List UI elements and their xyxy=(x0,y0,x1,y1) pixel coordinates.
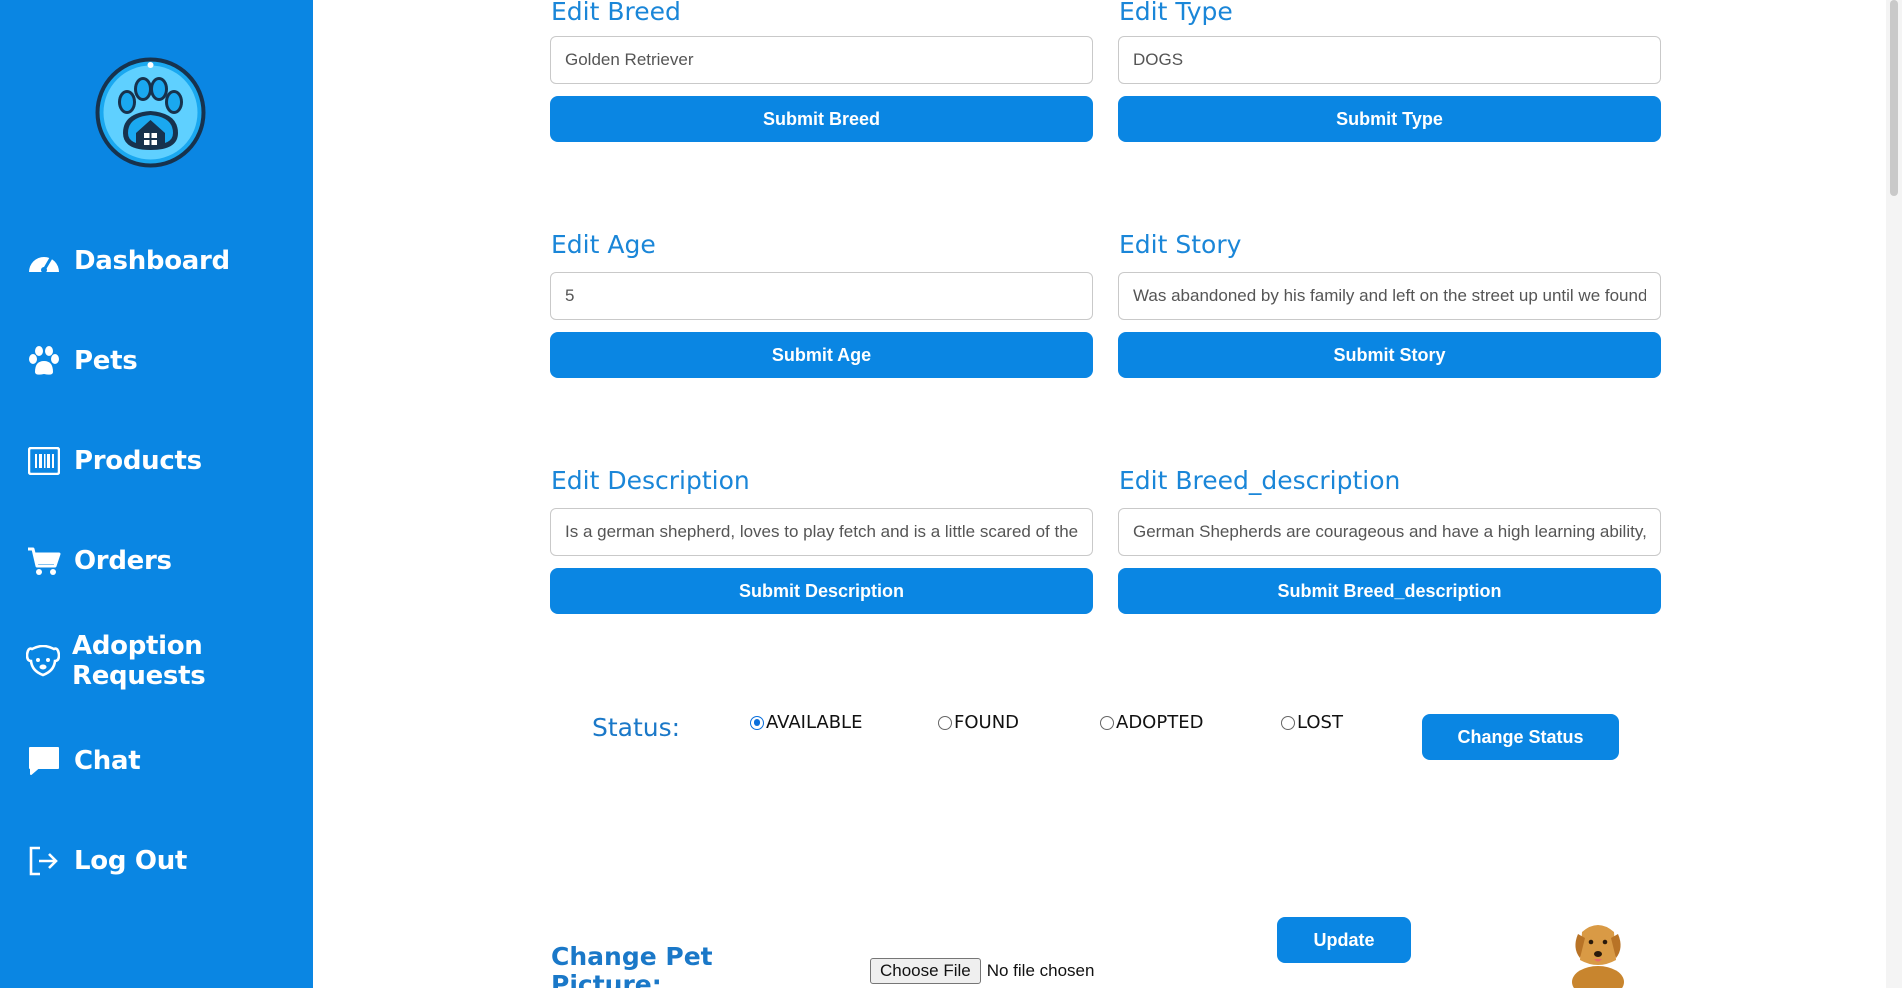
sidebar-item-adoption-requests[interactable]: Adoption Requests xyxy=(26,631,313,691)
status-radio-lost[interactable]: LOST xyxy=(1281,712,1343,733)
submit-age-button[interactable]: Submit Age xyxy=(550,332,1093,378)
submit-type-button[interactable]: Submit Type xyxy=(1118,96,1661,142)
status-label: Status: xyxy=(592,713,681,742)
story-input[interactable]: Was abandoned by his family and left on … xyxy=(1118,272,1661,320)
description-input-value: Is a german shepherd, loves to play fetc… xyxy=(565,522,1078,541)
submit-breed-button[interactable]: Submit Breed xyxy=(550,96,1093,142)
status-radio-adopted[interactable]: ADOPTED xyxy=(1100,712,1203,733)
status-radio-available[interactable]: AVAILABLE xyxy=(750,712,862,733)
description-input[interactable]: Is a german shepherd, loves to play fetc… xyxy=(550,508,1093,556)
edit-description-label: Edit Description xyxy=(551,466,750,495)
paw-house-logo xyxy=(93,55,208,170)
status-radio-found[interactable]: FOUND xyxy=(938,712,1019,733)
sidebar-item-label: Adoption Requests xyxy=(72,631,206,691)
sidebar-item-label: Products xyxy=(74,446,202,476)
radio-indicator[interactable] xyxy=(1281,715,1295,730)
edit-type-label: Edit Type xyxy=(1119,0,1233,26)
radio-label: LOST xyxy=(1297,712,1343,733)
file-status-text: No file chosen xyxy=(986,961,1095,980)
sidebar-item-label: Chat xyxy=(74,746,141,776)
sidebar-item-chat[interactable]: Chat xyxy=(26,741,141,781)
barcode-icon xyxy=(26,443,62,479)
edit-age-label: Edit Age xyxy=(551,230,656,259)
file-picker: Choose File No file chosen xyxy=(870,958,1094,984)
submit-description-button[interactable]: Submit Description xyxy=(550,568,1093,614)
radio-label: ADOPTED xyxy=(1116,712,1204,733)
breed-description-input[interactable]: German Shepherds are courageous and have… xyxy=(1118,508,1661,556)
chat-bubble-icon xyxy=(26,743,62,779)
sidebar-item-label: Dashboard xyxy=(74,246,230,276)
type-input[interactable]: DOGS xyxy=(1118,36,1661,84)
radio-label: FOUND xyxy=(954,712,1020,733)
age-input-value: 5 xyxy=(565,286,575,305)
radio-checked-indicator[interactable] xyxy=(750,715,764,730)
cart-icon xyxy=(26,543,62,579)
edit-story-label: Edit Story xyxy=(1119,230,1242,259)
submit-breed-description-button[interactable]: Submit Breed_description xyxy=(1118,568,1661,614)
radio-indicator[interactable] xyxy=(938,715,952,730)
radio-label: AVAILABLE xyxy=(766,712,863,733)
age-input[interactable]: 5 xyxy=(550,272,1093,320)
dog-face-icon xyxy=(26,643,60,679)
sidebar-item-orders[interactable]: Orders xyxy=(26,541,172,581)
scrollbar-thumb[interactable] xyxy=(1890,0,1898,196)
type-input-value: DOGS xyxy=(1133,50,1184,69)
change-pet-picture-label: Change Pet Picture: xyxy=(551,942,713,988)
update-button[interactable]: Update xyxy=(1277,917,1411,963)
sidebar-item-log-out[interactable]: Log Out xyxy=(26,841,187,881)
story-input-value: Was abandoned by his family and left on … xyxy=(1133,286,1646,305)
sidebar-item-dashboard[interactable]: Dashboard xyxy=(26,241,230,281)
sidebar-item-label: Pets xyxy=(74,346,138,376)
sidebar: Dashboard Pets Products Orders Adoption … xyxy=(0,0,313,988)
breed-input-value: Golden Retriever xyxy=(565,50,694,69)
radio-indicator[interactable] xyxy=(1100,715,1114,730)
sidebar-item-label: Log Out xyxy=(74,846,188,876)
sidebar-item-label: Orders xyxy=(74,546,172,576)
paw-icon xyxy=(26,343,62,379)
sidebar-item-pets[interactable]: Pets xyxy=(26,341,138,381)
edit-breed-description-label: Edit Breed_description xyxy=(1119,466,1401,495)
dashboard-gauge-icon xyxy=(26,243,62,279)
choose-file-button[interactable]: Choose File xyxy=(870,958,981,984)
sidebar-item-products[interactable]: Products xyxy=(26,441,202,481)
submit-story-button[interactable]: Submit Story xyxy=(1118,332,1661,378)
logout-icon xyxy=(26,843,62,879)
breed-input[interactable]: Golden Retriever xyxy=(550,36,1093,84)
change-status-button[interactable]: Change Status xyxy=(1422,714,1619,760)
pet-photo xyxy=(1560,912,1636,988)
edit-breed-label: Edit Breed xyxy=(551,0,681,26)
breed-description-input-value: German Shepherds are courageous and have… xyxy=(1133,522,1646,541)
